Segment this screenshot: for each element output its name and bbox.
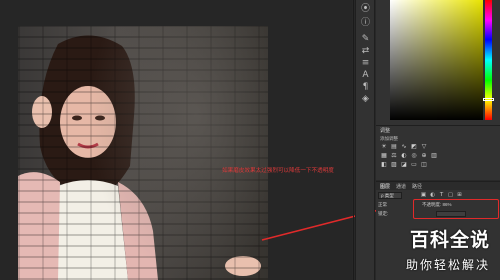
paragraph-icon[interactable]: ¶ bbox=[360, 82, 371, 93]
lock-label: 锁定: bbox=[378, 211, 389, 216]
hue-slider[interactable] bbox=[485, 0, 492, 120]
properties-icon[interactable]: ≡ bbox=[360, 58, 371, 69]
watermark-subtitle: 助你轻松解决 bbox=[405, 258, 490, 272]
layers-tabs: 图层 通道 路径 bbox=[376, 182, 500, 190]
saturation-value-field[interactable] bbox=[390, 0, 483, 120]
color-lookup-icon[interactable]: ▥ bbox=[430, 153, 438, 159]
tab-channels[interactable]: 通道 bbox=[396, 183, 406, 190]
curves-icon[interactable]: ∿ bbox=[400, 144, 408, 150]
adjustments-title: 调整 bbox=[380, 128, 391, 134]
info-icon[interactable]: ⓘ bbox=[360, 18, 371, 29]
photo-highlight bbox=[88, 26, 268, 280]
gradient-map-icon[interactable]: ▭ bbox=[410, 162, 418, 168]
layer-kind-filter[interactable]: ρ 类型 bbox=[378, 192, 402, 199]
panel-icon-strip: ⦿ ⓘ ✎ ⇄ ≡ A ¶ ◈ bbox=[355, 0, 375, 280]
character-icon[interactable]: A bbox=[360, 70, 371, 81]
watermark-title: 百科全说 bbox=[409, 229, 490, 251]
photo-filter-icon[interactable]: ◎ bbox=[410, 153, 418, 159]
canvas: 如果磨皮效果太过强烈可以降低一下不透明度 bbox=[0, 0, 352, 280]
selective-color-icon[interactable]: ◫ bbox=[420, 162, 428, 168]
clone-source-icon[interactable]: ⇄ bbox=[360, 46, 371, 57]
blend-mode-select[interactable]: 正常 bbox=[378, 201, 408, 208]
vibrance-icon[interactable]: ▽ bbox=[420, 144, 428, 150]
posterize-icon[interactable]: ▨ bbox=[390, 162, 398, 168]
adjustments-subtitle: 添加调整 bbox=[380, 136, 398, 141]
adjustment-filter-icon[interactable]: ◐ bbox=[429, 192, 436, 199]
tab-layers[interactable]: 图层 bbox=[380, 183, 390, 190]
annotation-text: 如果磨皮效果太过强烈可以降低一下不透明度 bbox=[222, 168, 334, 174]
shape-filter-icon[interactable]: ▢ bbox=[447, 192, 454, 199]
color-picker-panel bbox=[376, 0, 500, 125]
brightness-icon[interactable]: ☀ bbox=[380, 144, 388, 150]
3d-icon[interactable]: ◈ bbox=[360, 94, 371, 105]
channel-mixer-icon[interactable]: ⊕ bbox=[420, 153, 428, 159]
black-white-icon[interactable]: ◐ bbox=[400, 153, 408, 159]
hue-slider-handle[interactable] bbox=[483, 98, 494, 101]
fill-field[interactable] bbox=[436, 211, 466, 217]
pixel-filter-icon[interactable]: ▣ bbox=[420, 192, 427, 199]
exposure-icon[interactable]: ◩ bbox=[410, 144, 418, 150]
tab-paths[interactable]: 路径 bbox=[412, 183, 422, 190]
smart-object-filter-icon[interactable]: ⊞ bbox=[456, 192, 463, 199]
levels-icon[interactable]: ▤ bbox=[390, 144, 398, 150]
type-filter-icon[interactable]: T bbox=[438, 192, 445, 199]
invert-icon[interactable]: ◧ bbox=[380, 162, 388, 168]
panel-divider bbox=[353, 0, 354, 280]
adjustment-icons: ☀ ▤ ∿ ◩ ▽ ▦ ⚖ ◐ ◎ ⊕ ▥ ◧ ▨ ◪ ▭ ◫ bbox=[380, 144, 460, 184]
hue-sat-icon[interactable]: ▦ bbox=[380, 153, 388, 159]
document-photo bbox=[18, 26, 268, 280]
adjustments-panel: 调整 添加调整 ☀ ▤ ∿ ◩ ▽ ▦ ⚖ ◐ ◎ ⊕ ▥ ◧ ▨ ◪ ▭ ◫ bbox=[376, 125, 500, 180]
threshold-icon[interactable]: ◪ bbox=[400, 162, 408, 168]
brush-preset-icon[interactable]: ✎ bbox=[360, 34, 371, 45]
history-icon[interactable]: ⦿ bbox=[360, 4, 371, 15]
color-balance-icon[interactable]: ⚖ bbox=[390, 153, 398, 159]
